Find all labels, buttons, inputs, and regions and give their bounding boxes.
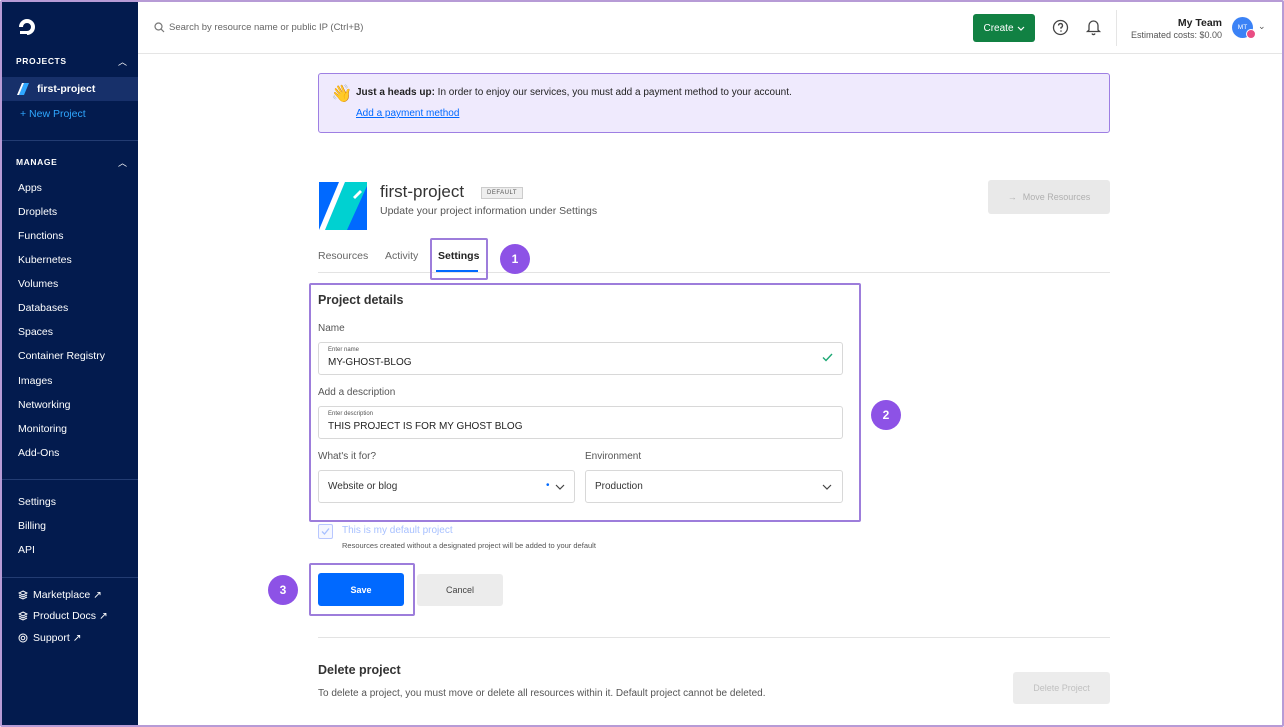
layers-icon xyxy=(18,590,28,600)
sidebar-item-container-registry[interactable]: Container Registry xyxy=(18,350,105,362)
move-resources-label: Move Resources xyxy=(1022,192,1091,202)
description-label: Add a description xyxy=(318,387,396,398)
sidebar-item-volumes[interactable]: Volumes xyxy=(18,278,58,290)
sidebar-item-functions[interactable]: Functions xyxy=(18,230,64,242)
topbar-divider xyxy=(1116,10,1117,46)
sidebar-item-label: Support ↗ xyxy=(33,632,82,644)
lifebuoy-icon xyxy=(18,633,28,643)
cancel-button[interactable]: Cancel xyxy=(417,574,503,606)
tab-activity[interactable]: Activity xyxy=(385,250,418,262)
name-field[interactable]: Enter name MY-GHOST-BLOG xyxy=(318,342,843,375)
sidebar-item-apps[interactable]: Apps xyxy=(18,182,42,194)
help-icon[interactable] xyxy=(1052,19,1069,36)
estimated-costs: Estimated costs: $0.00 xyxy=(1130,30,1222,40)
purpose-label: What's it for? xyxy=(318,451,377,462)
chevron-up-icon[interactable]: ︿ xyxy=(118,156,127,169)
banner-message: Just a heads up: In order to enjoy our s… xyxy=(356,87,792,98)
waving-hand-icon: 👋 xyxy=(331,84,353,103)
sidebar-item-billing[interactable]: Billing xyxy=(18,520,46,532)
add-payment-method-link[interactable]: Add a payment method xyxy=(356,108,459,119)
step-badge-1: 1 xyxy=(500,244,530,274)
sidebar-item-droplets[interactable]: Droplets xyxy=(18,206,57,218)
search-input[interactable]: Search by resource name or public IP (Ct… xyxy=(169,22,363,33)
purpose-select[interactable]: Website or blog xyxy=(318,470,575,503)
move-resources-button[interactable]: → Move Resources xyxy=(988,180,1110,214)
sidebar-item-marketplace[interactable]: Marketplace ↗ xyxy=(18,589,102,601)
environment-label: Environment xyxy=(585,451,642,462)
delete-project-heading: Delete project xyxy=(318,663,401,677)
section-divider xyxy=(318,637,1110,638)
manage-heading: MANAGE xyxy=(16,157,58,167)
avatar-status-dot xyxy=(1246,29,1256,39)
default-project-checkbox[interactable] xyxy=(318,524,333,539)
layers-icon xyxy=(18,611,28,621)
highlight-box-settings-tab xyxy=(430,238,488,280)
environment-select-value: Production xyxy=(595,481,643,492)
sidebar-item-product-docs[interactable]: Product Docs ↗ xyxy=(18,610,108,622)
check-icon xyxy=(321,528,330,535)
step-badge-2: 2 xyxy=(871,400,901,430)
chevron-down-icon[interactable]: ⌄ xyxy=(1258,21,1266,32)
sidebar-item-support[interactable]: Support ↗ xyxy=(18,632,82,644)
app-frame: PROJECTS ︿ first-project + New Project M… xyxy=(0,0,1284,727)
create-button[interactable]: Create xyxy=(973,14,1035,42)
create-label: Create xyxy=(983,22,1014,34)
projects-heading: PROJECTS xyxy=(16,56,67,66)
bell-icon[interactable] xyxy=(1085,18,1102,36)
new-project-link[interactable]: + New Project xyxy=(20,108,86,120)
sidebar-item-kubernetes[interactable]: Kubernetes xyxy=(18,254,72,266)
delete-project-description: To delete a project, you must move or de… xyxy=(318,688,766,699)
digitalocean-logo-icon[interactable] xyxy=(16,16,38,38)
project-details-heading: Project details xyxy=(318,293,404,307)
sidebar-divider xyxy=(2,577,138,578)
sidebar: PROJECTS ︿ first-project + New Project M… xyxy=(2,2,138,725)
sidebar-divider xyxy=(2,140,138,141)
environment-select[interactable]: Production xyxy=(585,470,843,503)
name-field-value: MY-GHOST-BLOG xyxy=(328,357,412,368)
page-subtitle: Update your project information under Se… xyxy=(380,205,598,217)
sidebar-item-monitoring[interactable]: Monitoring xyxy=(18,423,67,435)
sidebar-item-images[interactable]: Images xyxy=(18,375,52,387)
sidebar-item-label: Product Docs ↗ xyxy=(33,610,108,622)
name-label: Name xyxy=(318,323,345,334)
check-icon xyxy=(822,353,833,362)
project-icon xyxy=(319,182,367,230)
purpose-select-value: Website or blog xyxy=(328,481,398,492)
sidebar-item-spaces[interactable]: Spaces xyxy=(18,326,53,338)
chevron-down-icon xyxy=(1017,26,1024,31)
sidebar-item-settings[interactable]: Settings xyxy=(18,496,56,508)
sidebar-item-networking[interactable]: Networking xyxy=(18,399,71,411)
description-field-small-label: Enter description xyxy=(328,411,374,417)
payment-notice-banner xyxy=(318,73,1110,133)
chevron-up-icon[interactable]: ︿ xyxy=(118,55,127,68)
sidebar-item-label: first-project xyxy=(37,83,96,95)
project-icon xyxy=(17,83,29,95)
chevron-down-icon xyxy=(555,484,565,490)
sidebar-divider xyxy=(2,479,138,480)
default-badge: DEFAULT xyxy=(481,187,524,199)
save-button[interactable]: Save xyxy=(318,573,404,606)
page-title: first-project xyxy=(380,182,465,201)
arrow-right-icon: → xyxy=(1007,192,1017,202)
default-project-help: Resources created without a designated p… xyxy=(342,541,596,550)
description-field[interactable]: Enter description THIS PROJECT IS FOR MY… xyxy=(318,406,843,439)
step-badge-3: 3 xyxy=(268,575,298,605)
default-project-label: This is my default project xyxy=(342,525,453,536)
sidebar-item-api[interactable]: API xyxy=(18,544,35,556)
sidebar-item-databases[interactable]: Databases xyxy=(18,302,68,314)
name-field-small-label: Enter name xyxy=(328,347,360,353)
sidebar-item-add-ons[interactable]: Add-Ons xyxy=(18,447,59,459)
banner-bold: Just a heads up: xyxy=(356,87,435,98)
delete-project-button[interactable]: Delete Project xyxy=(1013,672,1110,704)
search-icon xyxy=(154,22,165,33)
required-indicator: • xyxy=(546,480,550,491)
chevron-down-icon xyxy=(822,484,832,490)
tab-resources[interactable]: Resources xyxy=(318,250,368,262)
banner-text: In order to enjoy our services, you must… xyxy=(434,87,792,98)
description-field-value: THIS PROJECT IS FOR MY GHOST BLOG xyxy=(328,421,523,432)
sidebar-item-label: Marketplace ↗ xyxy=(33,589,102,601)
team-name[interactable]: My Team xyxy=(1152,17,1222,29)
